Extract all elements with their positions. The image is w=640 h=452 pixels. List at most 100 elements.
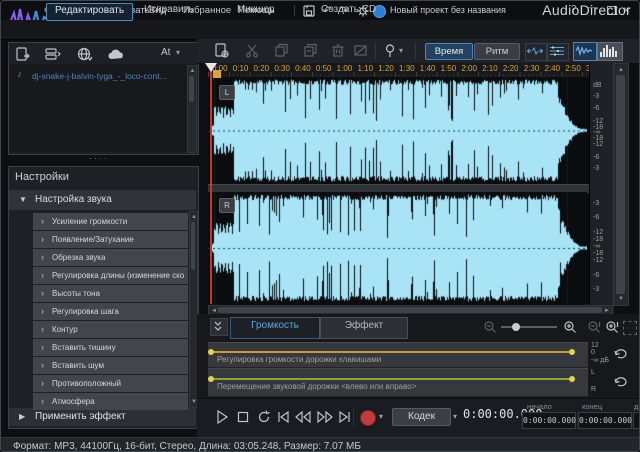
apply-effect-header[interactable]: ▶ Применить эффект	[9, 408, 196, 426]
settings-item[interactable]: ›Регулировка длины (изменение скорости)	[33, 267, 188, 284]
cut-icon[interactable]	[245, 43, 260, 58]
import-folder-icon[interactable]	[45, 47, 62, 62]
cloud-icon[interactable]	[107, 48, 125, 61]
zoom-out-vertical-icon[interactable]	[587, 320, 601, 334]
zoom-out-horizontal-icon[interactable]	[483, 320, 497, 334]
settings-item[interactable]: ›Вставить тишину	[33, 339, 188, 356]
scale-label: L	[591, 369, 595, 376]
scroll-up-icon[interactable]: ▲	[618, 67, 624, 73]
settings-section-header[interactable]: ▼ Настройка звука	[9, 190, 196, 210]
marker-caret-icon[interactable]: ▾	[399, 46, 403, 55]
collapse-panel-button[interactable]	[210, 318, 228, 336]
settings-item[interactable]: ›Усиление громкости	[33, 213, 188, 230]
scroll-left-icon[interactable]: ◄	[211, 308, 217, 314]
library-item-name: dj-snake-j-balvin-tyga_-_loco-cont...	[32, 71, 167, 81]
codec-caret-icon[interactable]: ▾	[453, 412, 457, 421]
play-button[interactable]	[213, 408, 231, 426]
pan-envelope-line[interactable]	[211, 378, 573, 380]
scale-label: 12	[591, 342, 599, 349]
download-media-icon[interactable]	[77, 47, 93, 62]
marker-icon[interactable]	[383, 43, 397, 59]
library-scroll-thumb[interactable]	[189, 76, 194, 102]
record-button[interactable]	[360, 410, 376, 426]
time-mode-button[interactable]: Время	[425, 43, 473, 60]
settings-item[interactable]: ›Противоположный	[33, 375, 188, 392]
settings-item[interactable]: ›Высоты тона	[33, 285, 188, 302]
loop-button[interactable]	[255, 408, 273, 426]
end-field[interactable]: 0:00:00.000	[578, 412, 632, 429]
rhythm-mode-button[interactable]: Ритм	[474, 43, 520, 60]
settings-item-label: Высоты тона	[52, 289, 184, 298]
duration-field[interactable]: 0	[633, 412, 640, 429]
volume-envelope-line[interactable]	[211, 351, 573, 353]
delete-icon[interactable]	[331, 43, 345, 58]
library-item[interactable]: ♪ dj-snake-j-balvin-tyga_-_loco-cont...	[10, 68, 186, 84]
tracks-view-icon[interactable]	[547, 43, 569, 61]
go-to-start-button[interactable]	[275, 408, 291, 426]
fast-forward-button[interactable]	[315, 408, 335, 426]
region-start-marker[interactable]	[213, 70, 221, 78]
waveform-view-button[interactable]	[573, 42, 597, 61]
import-file-icon[interactable]	[15, 47, 31, 62]
record-caret-icon[interactable]: ▾	[379, 412, 383, 421]
settings-item[interactable]: ›Вставить шум	[33, 357, 188, 374]
tab-restore[interactable]: Исправить	[136, 3, 201, 19]
paste-icon[interactable]	[303, 43, 318, 58]
pan-envelope-point[interactable]	[208, 376, 214, 382]
volume-envelope-point[interactable]	[208, 349, 214, 355]
zoom-in-horizontal-icon[interactable]	[563, 320, 577, 334]
stop-button[interactable]	[234, 408, 252, 426]
scroll-up-icon[interactable]: ▲	[190, 68, 196, 74]
hscroll-thumb[interactable]	[218, 307, 602, 313]
reset-pan-envelope-button[interactable]	[613, 373, 629, 387]
tab-effect[interactable]: Эффект	[320, 317, 408, 339]
vertical-scrollbar[interactable]: ▲ ▼	[613, 63, 629, 306]
file-settings-icon[interactable]	[214, 43, 230, 59]
settings-item[interactable]: ›Регулировка шага	[33, 303, 188, 320]
right-channel-badge[interactable]: R	[219, 198, 235, 213]
zoom-slider[interactable]	[501, 326, 557, 328]
vscroll-thumb[interactable]	[616, 75, 625, 294]
tab-volume[interactable]: Громкость	[230, 317, 320, 339]
waveform-right-channel[interactable]	[208, 192, 587, 304]
codec-button[interactable]: Кодек	[392, 408, 451, 426]
apply-effect-label: Применить эффект	[35, 411, 126, 422]
left-channel-badge[interactable]: L	[219, 85, 235, 100]
volume-envelope-point[interactable]	[569, 349, 575, 355]
scroll-down-icon[interactable]: ▼	[618, 296, 624, 302]
timeline-ruler[interactable]: 0:000:100:200:300:400:501:001:101:201:30…	[208, 63, 589, 77]
sort-caret-icon[interactable]: ▾	[176, 48, 180, 57]
copy-icon[interactable]	[274, 43, 289, 58]
db-label: -6	[593, 214, 599, 221]
go-to-end-button[interactable]	[337, 408, 353, 426]
playhead-line[interactable]	[210, 63, 212, 304]
tab-edit[interactable]: Редактировать	[46, 3, 133, 21]
waveform-left-channel[interactable]	[208, 77, 587, 184]
start-field[interactable]: 0:00:00.000	[522, 412, 576, 429]
db-label: -3	[593, 165, 599, 172]
fit-view-icon[interactable]	[623, 321, 637, 335]
settings-item[interactable]: ›Появление/Затухание	[33, 231, 188, 248]
tab-create-cd[interactable]: Создать CD	[313, 3, 384, 19]
scroll-up-icon[interactable]: ▲	[191, 214, 197, 220]
zoom-slider-handle[interactable]	[512, 323, 520, 331]
toolbar-divider	[375, 43, 376, 59]
settings-scroll-thumb[interactable]	[191, 222, 195, 270]
fit-timeline-icon[interactable]	[525, 43, 547, 61]
trim-icon[interactable]	[353, 43, 368, 58]
reset-volume-envelope-button[interactable]	[613, 345, 629, 359]
db-label: -12	[593, 229, 603, 236]
db-label: -3	[593, 93, 599, 100]
sort-button[interactable]: At	[161, 47, 170, 58]
tab-mixer[interactable]: Микшер	[229, 3, 282, 19]
spectrum-view-button[interactable]	[597, 42, 623, 61]
zoom-in-vertical-icon[interactable]	[605, 320, 619, 334]
panel-splitter[interactable]: ····	[89, 157, 115, 161]
settings-item[interactable]: ›Обрезка звука	[33, 249, 188, 266]
settings-item[interactable]: ›Атмосфера	[33, 393, 188, 410]
pan-envelope-point[interactable]	[569, 376, 575, 382]
settings-item[interactable]: ›Контур	[33, 321, 188, 338]
scroll-right-icon[interactable]: ►	[604, 308, 610, 314]
rewind-button[interactable]	[293, 408, 313, 426]
library-scrollbar[interactable]: ▲	[187, 65, 197, 153]
